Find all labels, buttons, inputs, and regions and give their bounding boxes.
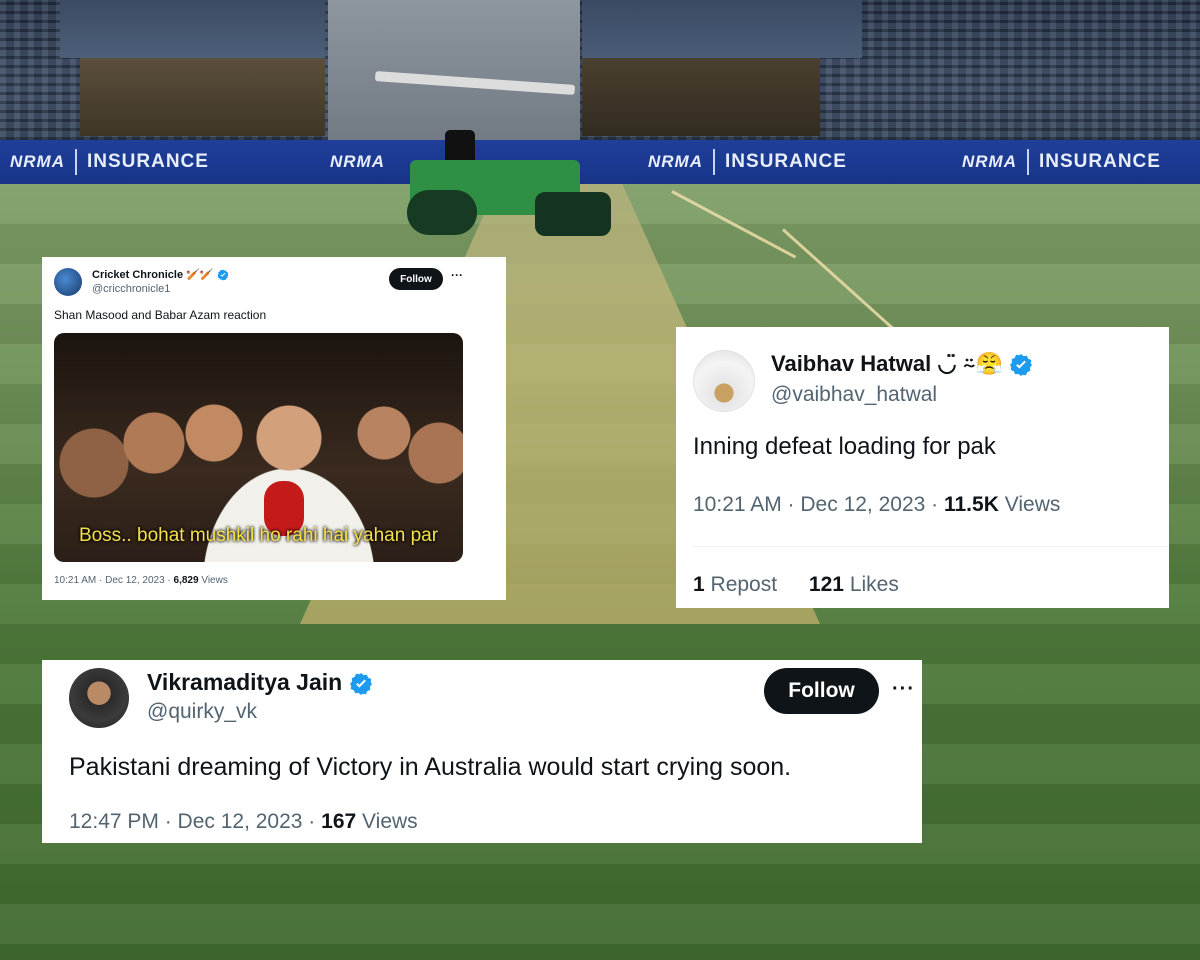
user-handle[interactable]: @vaibhav_hatwal bbox=[771, 383, 937, 407]
stand-box-right bbox=[582, 58, 820, 136]
ad-word: INSURANCE bbox=[1039, 151, 1161, 172]
tweet-meta: 10:21 AM · Dec 12, 2023 · 11.5K Views bbox=[693, 493, 1060, 517]
avatar[interactable] bbox=[54, 268, 82, 296]
roller-canopy bbox=[374, 71, 576, 95]
verified-badge-icon bbox=[1010, 354, 1033, 377]
stand-box-left bbox=[80, 58, 325, 136]
verified-badge-icon bbox=[349, 672, 372, 695]
views-label: Views bbox=[1004, 493, 1061, 516]
display-name-text[interactable]: Cricket Chronicle bbox=[92, 269, 183, 281]
roller-drum-front bbox=[407, 190, 477, 235]
tweet-text: Inning defeat loading for pak bbox=[693, 433, 996, 460]
views-label: Views bbox=[362, 810, 418, 833]
display-name-text[interactable]: Vaibhav Hatwal bbox=[771, 351, 931, 376]
timestamp[interactable]: 10:21 AM · Dec 12, 2023 · bbox=[54, 575, 174, 586]
ad-board: NRMA INSURANCE bbox=[962, 140, 1161, 184]
views-count: 167 bbox=[321, 810, 357, 833]
likes-label[interactable]: Likes bbox=[850, 573, 899, 596]
tweet-media[interactable]: Boss.. bohat mushkil ho rahi hai yahan p… bbox=[54, 333, 463, 562]
avatar[interactable] bbox=[69, 668, 129, 728]
user-handle[interactable]: @cricchronicle1 bbox=[92, 283, 170, 295]
reposts-count[interactable]: 1 bbox=[693, 573, 705, 596]
likes-count[interactable]: 121 bbox=[809, 573, 844, 596]
views-label: Views bbox=[201, 575, 228, 586]
tweet-card[interactable]: Vikramaditya Jain @quirky_vk Follow ··· … bbox=[42, 660, 922, 843]
roller-drum-rear bbox=[535, 192, 611, 236]
display-name[interactable]: Vikramaditya Jain bbox=[147, 669, 373, 696]
ad-logo: NRMA bbox=[962, 152, 1017, 171]
more-options-icon[interactable]: ··· bbox=[892, 678, 915, 701]
ad-word: INSURANCE bbox=[725, 151, 847, 172]
follow-button[interactable]: Follow bbox=[389, 268, 443, 290]
ad-logo: NRMA bbox=[648, 152, 703, 171]
views-count: 11.5K bbox=[943, 493, 999, 516]
timestamp[interactable]: 10:21 AM · Dec 12, 2023 · bbox=[693, 493, 944, 516]
tweet-meta: 12:47 PM · Dec 12, 2023 · 167 Views bbox=[69, 810, 418, 834]
ad-divider bbox=[1027, 149, 1029, 175]
ad-divider bbox=[713, 149, 715, 175]
display-name-text[interactable]: Vikramaditya Jain bbox=[147, 669, 342, 695]
timestamp[interactable]: 12:47 PM · Dec 12, 2023 · bbox=[69, 810, 321, 833]
stand-roof-right bbox=[582, 0, 862, 58]
follow-button[interactable]: Follow bbox=[764, 668, 879, 714]
avatar[interactable] bbox=[693, 350, 755, 412]
ad-board: NRMA INSURANCE bbox=[10, 140, 209, 184]
name-emoji: 🏏🏏 bbox=[186, 269, 214, 281]
verified-badge-icon bbox=[217, 269, 229, 281]
tweet-meta: 10:21 AM · Dec 12, 2023 · 6,829 Views bbox=[54, 575, 228, 586]
display-name[interactable]: Cricket Chronicle 🏏🏏 bbox=[92, 268, 229, 281]
tweet-card[interactable]: Vaibhav Hatwal ◡̈ ⍨😤 @vaibhav_hatwal Inn… bbox=[676, 327, 1169, 608]
engagement-stats: 1 Repost 121 Likes bbox=[693, 573, 899, 597]
name-emoji: ◡̈ ⍨😤 bbox=[937, 351, 1004, 376]
reposts-label[interactable]: Repost bbox=[711, 573, 778, 596]
tweet-text: Pakistani dreaming of Victory in Austral… bbox=[69, 753, 792, 781]
ad-board: NRMA bbox=[330, 140, 385, 184]
pitch-roller bbox=[374, 70, 615, 240]
user-handle[interactable]: @quirky_vk bbox=[147, 700, 257, 724]
ad-logo: NRMA bbox=[10, 152, 65, 171]
more-options-icon[interactable]: ··· bbox=[451, 268, 463, 282]
ad-word: INSURANCE bbox=[87, 151, 209, 172]
ad-divider bbox=[75, 149, 77, 175]
views-count: 6,829 bbox=[173, 575, 199, 586]
divider bbox=[693, 546, 1169, 547]
stand-roof-left bbox=[60, 0, 325, 58]
media-caption: Boss.. bohat mushkil ho rahi hai yahan p… bbox=[78, 525, 439, 546]
ad-logo: NRMA bbox=[330, 152, 385, 171]
ad-board: NRMA INSURANCE bbox=[648, 140, 847, 184]
display-name[interactable]: Vaibhav Hatwal ◡̈ ⍨😤 bbox=[771, 351, 1033, 377]
tweet-card[interactable]: Cricket Chronicle 🏏🏏 @cricchronicle1 Fol… bbox=[42, 257, 506, 600]
tweet-text: Shan Masood and Babar Azam reaction bbox=[54, 308, 267, 322]
